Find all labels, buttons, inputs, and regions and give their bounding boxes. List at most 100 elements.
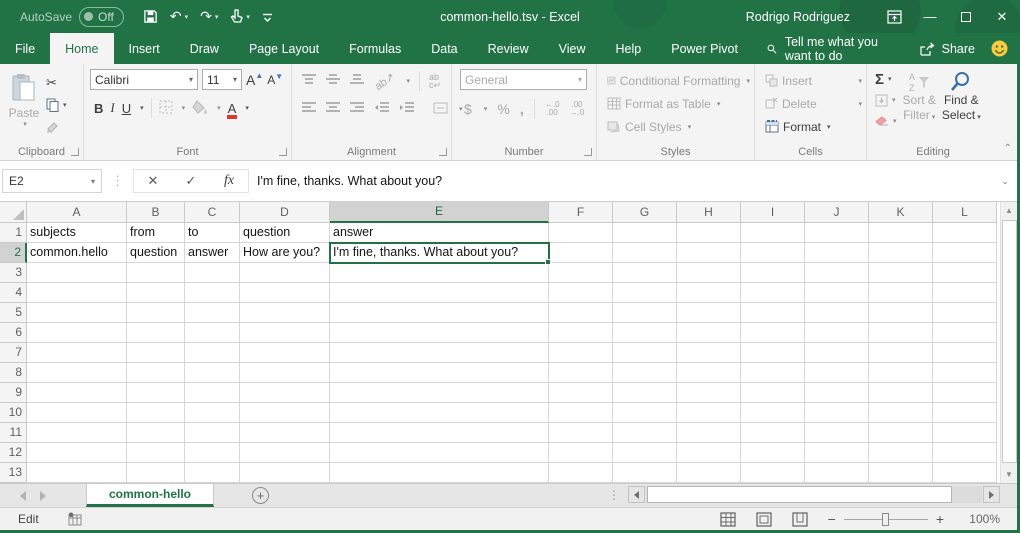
cell-H2[interactable] <box>677 243 741 263</box>
column-header-D[interactable]: D <box>240 202 330 223</box>
cell-I5[interactable] <box>741 303 805 323</box>
align-left-button[interactable] <box>302 102 317 116</box>
scroll-left-button[interactable] <box>628 486 645 503</box>
orientation-button[interactable]: ab↗ <box>372 70 397 93</box>
increase-font-size-button[interactable]: A▲ <box>246 72 263 88</box>
copy-button[interactable]: ▾ <box>46 97 67 113</box>
cell-J1[interactable] <box>805 223 869 243</box>
column-header-J[interactable]: J <box>805 202 869 223</box>
cell-L12[interactable] <box>933 443 997 463</box>
cell-C5[interactable] <box>185 303 240 323</box>
cell-J2[interactable] <box>805 243 869 263</box>
cell-C11[interactable] <box>185 423 240 443</box>
scroll-down-icon[interactable]: ▼ <box>1001 466 1017 483</box>
cell-C1[interactable]: to <box>185 223 240 243</box>
bottom-align-button[interactable] <box>350 74 365 88</box>
cell-L9[interactable] <box>933 383 997 403</box>
cell-K4[interactable] <box>869 283 933 303</box>
increase-decimal-button[interactable]: ←.0.00 <box>545 101 560 117</box>
cell-C4[interactable] <box>185 283 240 303</box>
column-header-H[interactable]: H <box>677 202 741 223</box>
underline-caret-icon[interactable]: ▾ <box>140 104 144 112</box>
row-header-7[interactable]: 7 <box>0 343 27 363</box>
tell-me-box[interactable]: Tell me what you want to do <box>753 33 908 64</box>
cell-L13[interactable] <box>933 463 997 483</box>
cell-H5[interactable] <box>677 303 741 323</box>
cell-H7[interactable] <box>677 343 741 363</box>
undo-caret-icon[interactable]: ▾ <box>185 13 189 21</box>
cell-J8[interactable] <box>805 363 869 383</box>
cell-A8[interactable] <box>27 363 127 383</box>
cell-C13[interactable] <box>185 463 240 483</box>
cell-G5[interactable] <box>613 303 677 323</box>
row-header-12[interactable]: 12 <box>0 443 27 463</box>
cell-K2[interactable] <box>869 243 933 263</box>
conditional-formatting-button[interactable]: Conditional Formatting▾ <box>607 69 750 92</box>
tab-power-pivot[interactable]: Power Pivot <box>656 33 753 64</box>
cell-C12[interactable] <box>185 443 240 463</box>
cell-I11[interactable] <box>741 423 805 443</box>
redo-button[interactable]: ↷▾ <box>195 5 223 28</box>
autosave-pill[interactable]: Off <box>79 7 124 27</box>
cell-A4[interactable] <box>27 283 127 303</box>
zoom-in-button[interactable]: + <box>936 511 944 527</box>
share-button[interactable]: Share <box>908 33 987 64</box>
cell-G4[interactable] <box>613 283 677 303</box>
cell-K6[interactable] <box>869 323 933 343</box>
fill-handle[interactable] <box>545 259 551 265</box>
cell-G8[interactable] <box>613 363 677 383</box>
cell-A1[interactable]: subjects <box>27 223 127 243</box>
column-header-F[interactable]: F <box>549 202 613 223</box>
cell-A13[interactable] <box>27 463 127 483</box>
cell-D7[interactable] <box>240 343 330 363</box>
cell-L5[interactable] <box>933 303 997 323</box>
cell-B3[interactable] <box>127 263 185 283</box>
find-select-button[interactable]: Find & Select▾ <box>942 69 981 129</box>
maximize-button[interactable] <box>948 0 984 33</box>
tab-help[interactable]: Help <box>601 33 657 64</box>
column-header-I[interactable]: I <box>741 202 805 223</box>
comma-format-button[interactable]: , <box>520 101 524 118</box>
cell-J9[interactable] <box>805 383 869 403</box>
enter-button[interactable]: ✓ <box>172 173 210 189</box>
currency-caret-icon[interactable]: ▾ <box>484 105 488 113</box>
horizontal-scrollbar[interactable] <box>628 486 1000 504</box>
name-box[interactable]: E2 ▾ <box>2 169 102 193</box>
cell-F7[interactable] <box>549 343 613 363</box>
cell-G2[interactable] <box>613 243 677 263</box>
tab-review[interactable]: Review <box>473 33 544 64</box>
cell-L6[interactable] <box>933 323 997 343</box>
cell-G13[interactable] <box>613 463 677 483</box>
zoom-slider[interactable] <box>844 519 928 520</box>
cell-C3[interactable] <box>185 263 240 283</box>
fill-color-caret-icon[interactable]: ▾ <box>217 104 221 112</box>
cell-D6[interactable] <box>240 323 330 343</box>
cell-I6[interactable] <box>741 323 805 343</box>
zoom-out-button[interactable]: − <box>828 511 836 527</box>
column-header-E[interactable]: E <box>330 202 549 223</box>
format-cells-button[interactable]: Format▾ <box>765 115 862 138</box>
column-header-G[interactable]: G <box>613 202 677 223</box>
cell-I13[interactable] <box>741 463 805 483</box>
row-header-6[interactable]: 6 <box>0 323 27 343</box>
underline-button[interactable]: U <box>122 101 131 116</box>
percent-format-button[interactable]: % <box>497 101 509 117</box>
decrease-decimal-button[interactable]: .00→.0 <box>570 101 585 117</box>
row-header-13[interactable]: 13 <box>0 463 27 483</box>
borders-button[interactable] <box>159 100 173 117</box>
new-sheet-button[interactable]: + <box>252 484 269 507</box>
cell-E9[interactable] <box>330 383 549 403</box>
cell-J10[interactable] <box>805 403 869 423</box>
cell-E7[interactable] <box>330 343 549 363</box>
undo-button[interactable]: ↶▾ <box>165 5 193 28</box>
cell-D13[interactable] <box>240 463 330 483</box>
cell-F11[interactable] <box>549 423 613 443</box>
cell-A12[interactable] <box>27 443 127 463</box>
cell-G7[interactable] <box>613 343 677 363</box>
tab-draw[interactable]: Draw <box>175 33 234 64</box>
cell-J13[interactable] <box>805 463 869 483</box>
cell-E10[interactable] <box>330 403 549 423</box>
cell-E3[interactable] <box>330 263 549 283</box>
column-header-L[interactable]: L <box>933 202 997 223</box>
format-as-table-button[interactable]: Format as Table▾ <box>607 92 750 115</box>
